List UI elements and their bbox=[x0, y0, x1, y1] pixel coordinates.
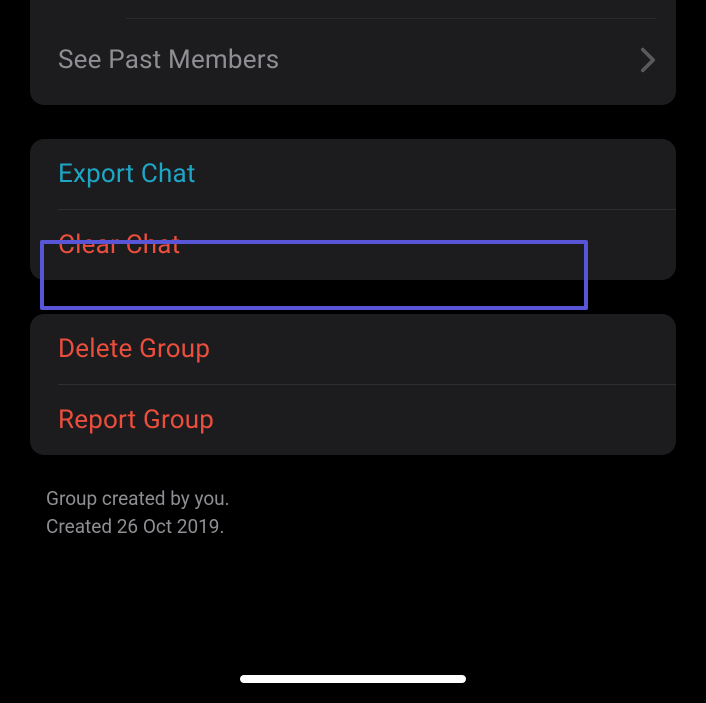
report-group-row[interactable]: Report Group bbox=[30, 385, 676, 455]
report-group-label: Report Group bbox=[58, 405, 214, 435]
chat-actions-section: Export Chat Clear Chat bbox=[30, 139, 676, 280]
chevron-right-icon bbox=[640, 47, 656, 73]
clear-chat-row[interactable]: Clear Chat bbox=[30, 210, 676, 280]
home-indicator[interactable] bbox=[240, 675, 466, 683]
members-section: See Past Members bbox=[30, 0, 676, 105]
clear-chat-label: Clear Chat bbox=[58, 230, 180, 260]
see-past-members-row[interactable]: See Past Members bbox=[30, 19, 676, 105]
see-past-members-label: See Past Members bbox=[58, 45, 279, 75]
group-info-footer: Group created by you. Created 26 Oct 201… bbox=[30, 481, 676, 540]
footer-line-1: Group created by you. bbox=[46, 485, 660, 513]
footer-line-2: Created 26 Oct 2019. bbox=[46, 513, 660, 541]
export-chat-row[interactable]: Export Chat bbox=[30, 139, 676, 209]
group-actions-section: Delete Group Report Group bbox=[30, 314, 676, 455]
delete-group-label: Delete Group bbox=[58, 334, 210, 364]
export-chat-label: Export Chat bbox=[58, 159, 196, 189]
delete-group-row[interactable]: Delete Group bbox=[30, 314, 676, 384]
